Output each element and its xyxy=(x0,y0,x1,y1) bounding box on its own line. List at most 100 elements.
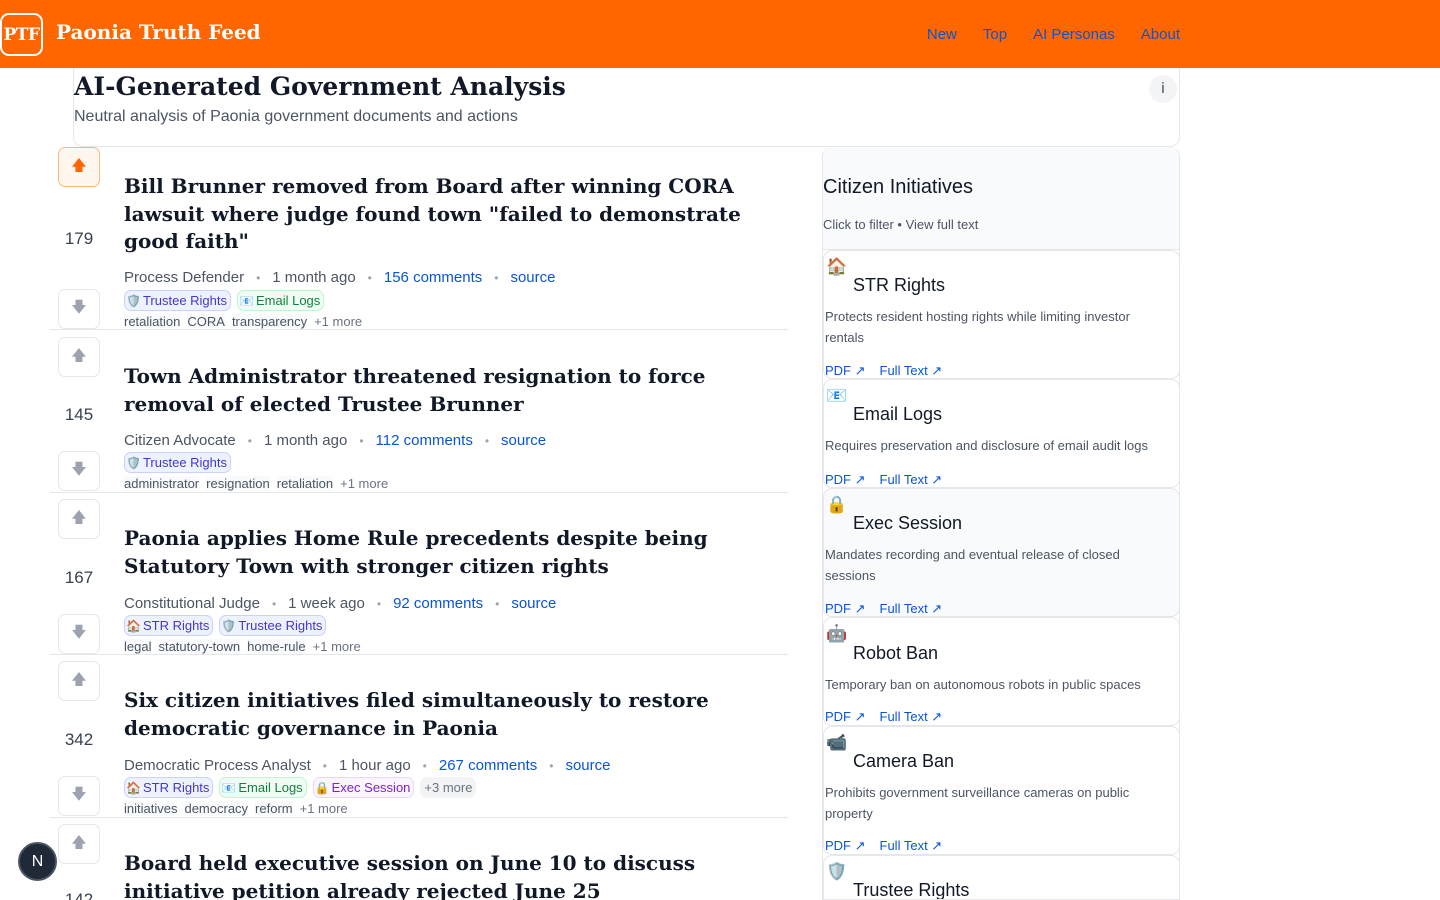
downvote-button[interactable]: 🡇 xyxy=(58,614,100,654)
tags-more[interactable]: +1 more xyxy=(340,476,388,491)
initiative-links: PDF ↗ Full Text ↗ xyxy=(825,838,942,854)
tag[interactable]: reform xyxy=(255,801,293,816)
pdf-link[interactable]: PDF ↗ xyxy=(825,472,866,488)
sidebar-subtitle: Click to filter • View full text xyxy=(823,217,979,232)
pdf-link[interactable]: PDF ↗ xyxy=(825,363,866,379)
post-title[interactable]: Paonia applies Home Rule precedents desp… xyxy=(124,525,788,580)
initiative-description: Protects resident hosting rights while l… xyxy=(825,309,1130,345)
post-author[interactable]: Process Defender xyxy=(124,269,244,286)
initiative-description: Mandates recording and eventual release … xyxy=(825,547,1120,583)
full-text-link[interactable]: Full Text ↗ xyxy=(880,363,943,379)
badge-label: STR Rights xyxy=(142,618,210,633)
badge-str-rights[interactable]: 🏠 STR Rights xyxy=(124,615,214,636)
badges-more[interactable]: +3 more xyxy=(420,777,477,798)
tag[interactable]: legal xyxy=(124,639,152,654)
initiative-card-email-logs[interactable]: 📧 Email Logs Requires preservation and d… xyxy=(823,379,1179,488)
initiative-name: Camera Ban xyxy=(853,751,955,771)
source-link[interactable]: source xyxy=(565,757,610,774)
house-icon: 🏠 xyxy=(126,780,141,795)
tags-more[interactable]: +1 more xyxy=(313,639,361,654)
badge-email-logs[interactable]: 📧 Email Logs xyxy=(237,290,325,311)
upvote-button[interactable]: 🡅 xyxy=(58,661,100,701)
full-text-link[interactable]: Full Text ↗ xyxy=(880,838,943,854)
arrow-up-icon: 🡅 xyxy=(71,507,87,526)
arrow-down-icon: 🡇 xyxy=(71,297,87,316)
full-text-link[interactable]: Full Text ↗ xyxy=(880,709,943,725)
tag[interactable]: home-rule xyxy=(247,639,306,654)
comments-link[interactable]: 156 comments xyxy=(384,269,482,286)
pdf-link[interactable]: PDF ↗ xyxy=(825,709,866,725)
nav-top[interactable]: Top xyxy=(983,26,1007,43)
site-logo[interactable]: PTF xyxy=(0,13,43,56)
tags-more[interactable]: +1 more xyxy=(300,801,348,816)
post-author[interactable]: Democratic Process Analyst xyxy=(124,757,311,774)
badge-label: Trustee Rights xyxy=(238,618,323,633)
tag[interactable]: retaliation xyxy=(276,476,334,491)
tag[interactable]: statutory-town xyxy=(158,639,241,654)
post-score: 142 xyxy=(64,890,94,900)
upvote-button[interactable]: 🡅 xyxy=(58,337,100,377)
arrow-up-icon: 🡅 xyxy=(71,832,87,851)
user-avatar-button[interactable]: N xyxy=(18,842,57,881)
post-time: 1 week ago xyxy=(288,595,365,612)
post-title[interactable]: Bill Brunner removed from Board after wi… xyxy=(124,173,788,256)
post-title[interactable]: Town Administrator threatened resignatio… xyxy=(124,363,788,418)
shield-icon: 🛡️ xyxy=(826,862,848,882)
upvote-button[interactable]: 🡅 xyxy=(58,824,100,864)
source-link[interactable]: source xyxy=(501,432,546,449)
upvote-button[interactable]: 🡅 xyxy=(58,147,100,187)
initiative-badges: 🛡️ Trustee Rights xyxy=(124,452,232,473)
tags-more[interactable]: +1 more xyxy=(314,314,362,329)
arrow-down-icon: 🡇 xyxy=(71,622,87,641)
full-text-link[interactable]: Full Text ↗ xyxy=(880,472,943,488)
initiative-card-exec-session[interactable]: 🔒 Exec Session Mandates recording and ev… xyxy=(823,488,1179,617)
tag[interactable]: CORA xyxy=(187,314,225,329)
sidebar-title: Citizen Initiatives xyxy=(823,176,974,198)
pdf-link[interactable]: PDF ↗ xyxy=(825,601,866,617)
badge-str-rights[interactable]: 🏠 STR Rights xyxy=(124,777,214,798)
tag[interactable]: transparency xyxy=(231,314,308,329)
post-title[interactable]: Six citizen initiatives filed simultaneo… xyxy=(124,687,788,742)
comments-link[interactable]: 112 comments xyxy=(376,432,473,449)
downvote-button[interactable]: 🡇 xyxy=(58,451,100,491)
pdf-link[interactable]: PDF ↗ xyxy=(825,838,866,854)
initiative-card-robot-ban[interactable]: 🤖 Robot Ban Temporary ban on autonomous … xyxy=(823,617,1179,726)
initiative-name: STR Rights xyxy=(853,275,946,295)
tag[interactable]: administrator xyxy=(124,476,200,491)
badge-label: Trustee Rights xyxy=(142,455,228,470)
post-author[interactable]: Citizen Advocate xyxy=(124,432,236,449)
site-title[interactable]: Paonia Truth Feed xyxy=(56,20,261,44)
info-button[interactable]: i xyxy=(1149,75,1177,103)
downvote-button[interactable]: 🡇 xyxy=(58,289,100,329)
source-link[interactable]: source xyxy=(510,269,555,286)
tag[interactable]: initiatives xyxy=(124,801,178,816)
tag[interactable]: resignation xyxy=(206,476,270,491)
comments-link[interactable]: 92 comments xyxy=(393,595,483,612)
post-item: 🡅 167 🡇 Paonia applies Home Rule precede… xyxy=(50,493,788,655)
initiative-card-trustee-rights[interactable]: 🛡️ Trustee Rights xyxy=(823,855,1179,899)
tag[interactable]: retaliation xyxy=(124,314,181,329)
comments-link[interactable]: 267 comments xyxy=(439,757,537,774)
initiative-card-str-rights[interactable]: 🏠 STR Rights Protects resident hosting r… xyxy=(823,250,1179,379)
shield-icon: 🛡️ xyxy=(221,618,237,633)
badge-label: STR Rights xyxy=(142,780,210,795)
post-item: 🡅 145 🡇 Town Administrator threatened re… xyxy=(50,330,788,493)
full-text-link[interactable]: Full Text ↗ xyxy=(880,601,943,617)
post-meta: Process Defender • 1 month ago • 156 com… xyxy=(124,269,556,286)
post-title[interactable]: Board held executive session on June 10 … xyxy=(124,850,788,900)
badge-email-logs[interactable]: 📧 Email Logs xyxy=(219,777,307,798)
downvote-button[interactable]: 🡇 xyxy=(58,776,100,816)
badge-label: Trustee Rights xyxy=(142,293,228,308)
initiative-card-camera-ban[interactable]: 📹 Camera Ban Prohibits government survei… xyxy=(823,726,1179,855)
badge-trustee-rights[interactable]: 🛡️ Trustee Rights xyxy=(219,615,327,636)
badge-trustee-rights[interactable]: 🛡️ Trustee Rights xyxy=(124,452,232,473)
upvote-button[interactable]: 🡅 xyxy=(58,499,100,539)
badge-trustee-rights[interactable]: 🛡️ Trustee Rights xyxy=(124,290,232,311)
nav-about[interactable]: About xyxy=(1141,26,1180,43)
nav-ai-personas[interactable]: AI Personas xyxy=(1033,26,1115,43)
source-link[interactable]: source xyxy=(511,595,556,612)
post-author[interactable]: Constitutional Judge xyxy=(124,595,260,612)
nav-new[interactable]: New xyxy=(927,26,957,43)
badge-exec-session[interactable]: 🔒 Exec Session xyxy=(312,777,415,798)
tag[interactable]: democracy xyxy=(184,801,249,816)
